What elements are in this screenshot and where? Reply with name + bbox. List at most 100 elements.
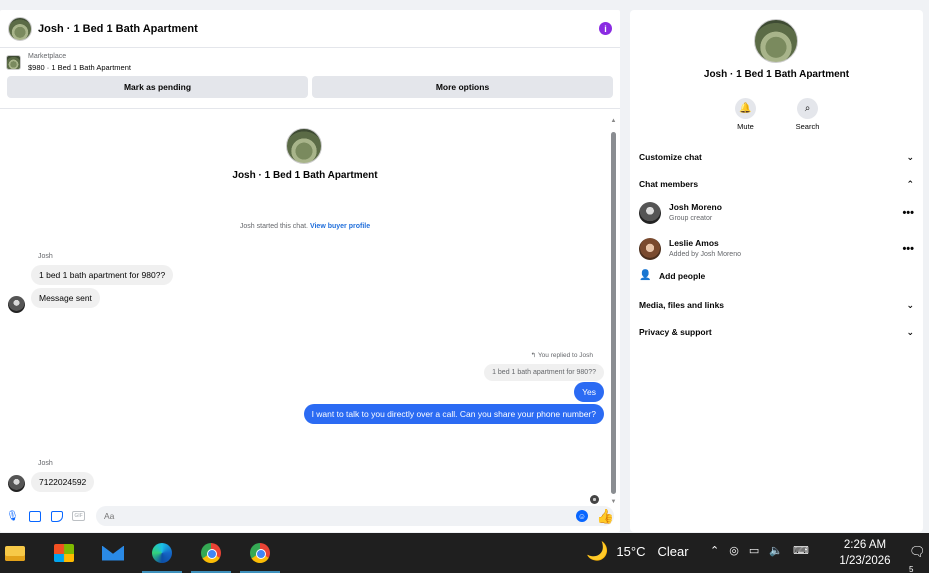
started-text: Josh started this chat. <box>239 223 308 230</box>
system-tray: ⌃ ◎ ▭ 🔈 ⌨ <box>710 544 809 557</box>
photo-icon[interactable] <box>28 510 41 523</box>
camera-icon[interactable]: ◎ <box>729 544 739 557</box>
message-outgoing[interactable]: I want to talk to you directly over a ca… <box>303 404 604 424</box>
chevron-up-icon[interactable]: ⌃ <box>710 544 719 557</box>
clock-time: 2:26 AM <box>843 539 887 551</box>
member-name: Leslie Amos <box>669 238 719 248</box>
scroll-up-arrow-icon[interactable]: ▲ <box>610 118 617 125</box>
header-divider <box>0 108 620 109</box>
more-options-icon[interactable]: ••• <box>902 243 914 255</box>
info-icon[interactable]: i <box>599 22 612 35</box>
microphone-icon[interactable]: 🎙 <box>6 510 19 523</box>
info-title: Josh · 1 Bed 1 Bath Apartment <box>703 69 850 80</box>
search-label: Search <box>795 122 820 131</box>
view-buyer-profile-link[interactable]: View buyer profile <box>310 223 370 230</box>
marketplace-label: Marketplace <box>28 53 67 60</box>
add-people-button[interactable]: 👤 Add people <box>639 270 705 281</box>
listing-thumbnail <box>6 54 21 70</box>
bell-icon: 🔔 <box>735 98 756 119</box>
file-explorer-icon[interactable] <box>1 539 29 567</box>
privacy-support-label: Privacy & support <box>639 327 712 337</box>
member-text: Leslie Amos Added by Josh Moreno <box>669 237 902 261</box>
listing-avatar[interactable] <box>8 16 32 41</box>
gif-icon[interactable]: GIF <box>72 510 85 523</box>
media-files-row[interactable]: Media, files and links ⌄ <box>639 295 914 315</box>
weather-widget[interactable]: 🌙 15°C Clear <box>586 541 689 562</box>
chat-panel: Josh · 1 Bed 1 Bath Apartment i Marketpl… <box>0 10 620 532</box>
message-incoming[interactable]: 7122024592 <box>31 472 95 492</box>
message-incoming[interactable]: Message sent <box>31 288 100 308</box>
network-icon[interactable]: ▭ <box>749 544 759 557</box>
thread-scrollbar[interactable]: ▲ ▼ <box>610 118 617 506</box>
chat-started-notice: Josh started this chat. View buyer profi… <box>0 223 610 230</box>
sender-name: Josh <box>38 253 53 260</box>
mail-icon[interactable] <box>99 539 127 567</box>
member-name: Josh Moreno <box>669 202 722 212</box>
taskbar: 🌙 15°C Clear ⌃ ◎ ▭ 🔈 ⌨ 2:26 AM 1/23/2026… <box>0 533 929 573</box>
member-avatar <box>639 202 661 224</box>
marketplace-text: Marketplace $980 · 1 Bed 1 Bath Apartmen… <box>28 51 131 73</box>
emoji-icon[interactable]: ☺ <box>576 510 588 522</box>
customize-chat-label: Customize chat <box>639 152 702 162</box>
search-icon: ⌕ <box>797 98 818 119</box>
thumbs-up-icon[interactable]: 👍 <box>597 508 614 525</box>
chat-info-panel: Josh · 1 Bed 1 Bath Apartment 🔔 Mute ⌕ S… <box>630 10 923 532</box>
replied-to-text: You replied to Josh <box>537 352 593 359</box>
message-composer: 🎙 GIF ☺ 👍 <box>0 504 620 528</box>
reply-arrow-icon: ↰ <box>530 352 538 359</box>
chevron-down-icon: ⌄ <box>906 151 914 162</box>
privacy-support-row[interactable]: Privacy & support ⌄ <box>639 322 914 342</box>
temperature: 15°C <box>616 544 646 559</box>
mute-button[interactable]: 🔔 Mute <box>726 98 766 131</box>
message-outgoing[interactable]: Yes <box>574 382 604 402</box>
message-incoming[interactable]: 1 bed 1 bath apartment for 980?? <box>31 265 174 285</box>
info-actions: 🔔 Mute ⌕ Search <box>630 98 923 131</box>
chrome-icon[interactable] <box>191 539 231 573</box>
search-button[interactable]: ⌕ Search <box>788 98 828 131</box>
chevron-up-icon: ⌃ <box>906 178 914 189</box>
add-person-icon: 👤 <box>639 270 652 281</box>
message-input[interactable] <box>96 506 614 526</box>
member-role: Group creator <box>669 215 713 222</box>
thread-avatar <box>286 128 322 164</box>
mute-label: Mute <box>737 122 754 131</box>
chat-title[interactable]: Josh · 1 Bed 1 Bath Apartment <box>38 23 599 35</box>
microsoft-store-icon[interactable] <box>50 539 78 567</box>
clock[interactable]: 2:26 AM 1/23/2026 <box>830 537 900 569</box>
scroll-thumb[interactable] <box>611 132 616 494</box>
gif-label: GIF <box>72 511 85 521</box>
moon-icon: 🌙 <box>586 541 609 561</box>
seen-indicator-avatar <box>590 495 599 504</box>
member-item[interactable]: Josh Moreno Group creator ••• <box>639 200 914 226</box>
notification-icon[interactable]: 🗨5 <box>909 544 929 573</box>
member-text: Josh Moreno Group creator <box>669 201 902 225</box>
member-item[interactable]: Leslie Amos Added by Josh Moreno ••• <box>639 236 914 262</box>
thread-title: Josh · 1 Bed 1 Bath Apartment <box>232 170 378 181</box>
volume-icon[interactable]: 🔈 <box>769 544 783 557</box>
more-options-button[interactable]: More options <box>312 76 613 98</box>
chat-members-row[interactable]: Chat members ⌃ <box>639 174 914 194</box>
clock-date: 1/23/2026 <box>839 555 891 567</box>
mark-pending-button[interactable]: Mark as pending <box>7 76 308 98</box>
sticker-icon[interactable] <box>50 510 63 523</box>
customize-chat-row[interactable]: Customize chat ⌄ <box>639 147 914 167</box>
more-options-icon[interactable]: ••• <box>902 207 914 219</box>
chevron-down-icon: ⌄ <box>906 326 914 337</box>
sender-avatar[interactable] <box>8 475 25 492</box>
add-people-label: Add people <box>659 270 706 281</box>
replied-label: ↰ You replied to Josh <box>531 351 593 359</box>
chat-members-label: Chat members <box>639 179 699 189</box>
chat-header: Josh · 1 Bed 1 Bath Apartment i <box>0 10 620 48</box>
chrome-profile-icon[interactable] <box>240 539 280 573</box>
media-files-label: Media, files and links <box>639 300 725 310</box>
keyboard-icon[interactable]: ⌨ <box>793 544 809 557</box>
member-avatar <box>639 238 661 260</box>
sender-name: Josh <box>38 460 53 467</box>
member-role: Added by Josh Moreno <box>669 251 741 258</box>
listing-actions: Mark as pending More options <box>0 76 620 98</box>
sender-avatar[interactable] <box>8 296 25 313</box>
marketplace-listing[interactable]: Marketplace $980 · 1 Bed 1 Bath Apartmen… <box>0 48 620 76</box>
info-avatar[interactable] <box>754 19 798 63</box>
quoted-message[interactable]: 1 bed 1 bath apartment for 980?? <box>484 364 604 381</box>
edge-icon[interactable] <box>142 539 182 573</box>
